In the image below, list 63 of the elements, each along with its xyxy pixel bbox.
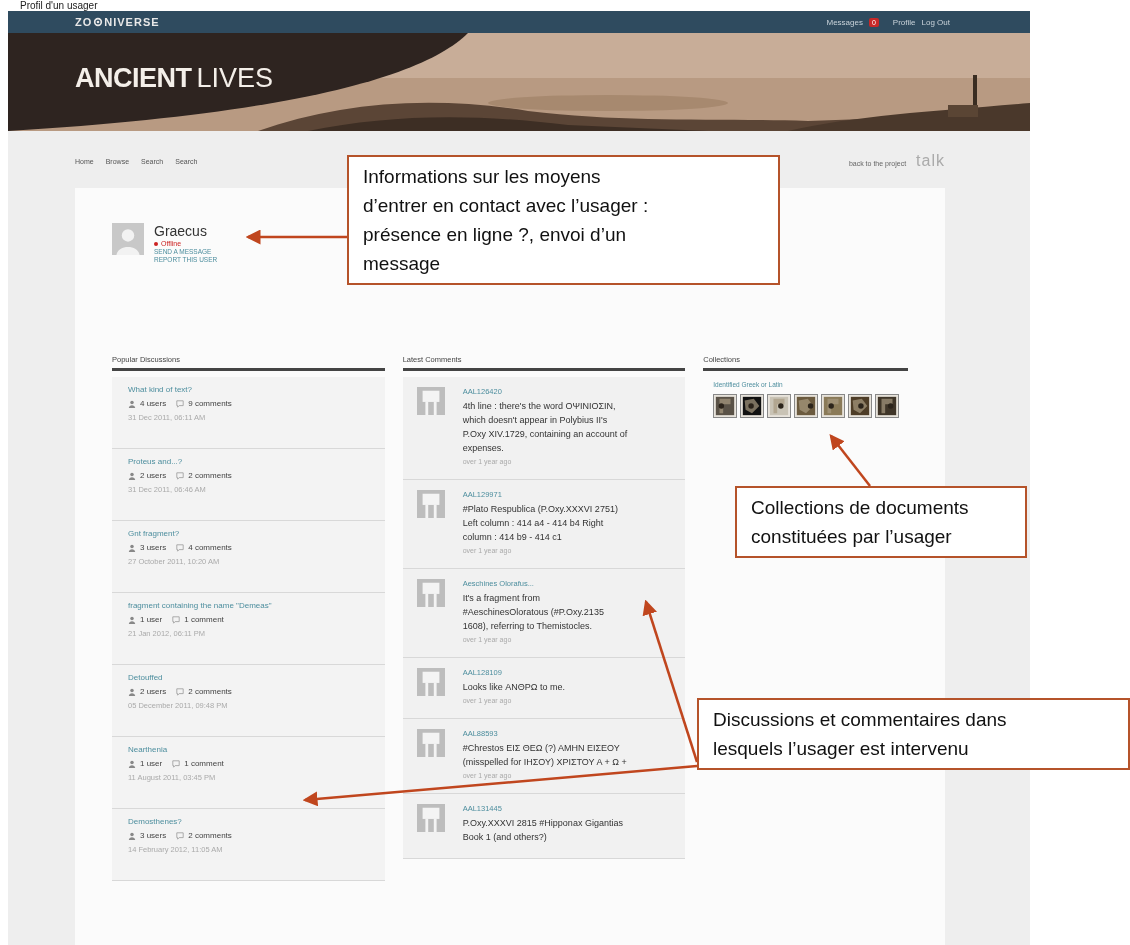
discussion-title[interactable]: What kind of text? [128,385,369,394]
user-icon [128,615,136,624]
comment-count: 2 comments [188,687,232,696]
user-count: 2 users [140,687,167,696]
user-icon [128,399,136,408]
comment-text: #Plato Respublica (P.Oxy.XXXVI 2751) Left column : 414 a4 - 414 b4 Right column : 414 b9 - 414 c1 [462,503,619,544]
comment-icon [172,759,181,768]
figure-caption: Profil d'un usager [19,0,99,11]
comment-icon [172,615,181,624]
comment-icon [176,831,185,840]
user-count: 1 user [140,759,163,768]
user-icon [128,543,136,552]
comment-text: It's a fragment from #AeschinesOloratous (#P.Oxy.2135 1608), referring to Themistocles. [462,592,605,633]
user-count: 1 user [140,615,163,624]
avatar-icon [416,387,445,415]
user-icon [128,759,136,768]
comment-count: 1 comment [184,759,224,768]
avatar-icon [416,668,445,696]
comment-icon [176,399,185,408]
callout-text: Discussions et commentaires dans lesquels l’usager est intervenu [713,708,1008,761]
talk-logo: talk [916,152,945,170]
avatar-icon [416,490,445,518]
comment-count: 2 comments [188,831,232,840]
comment-text: 4th line : there's the word ΟΨΙΝΙΟΣΙΝ, which doesn't appear in Polybius II's P.Oxy XIV.1729, containing an account of expenses. [462,400,628,455]
comment-icon [176,471,185,480]
comment-count: 1 comment [184,615,224,624]
discussion-title[interactable]: Proteus and...? [128,457,369,466]
discussion-title[interactable]: fragment containing the name "Demeas" [128,601,369,610]
logo-text: ZO [75,16,93,28]
user-icon [128,471,136,480]
avatar-icon [416,804,445,832]
logo-text: NIVERSE [104,16,160,28]
top-link[interactable]: Messages [826,17,863,27]
avatar-icon [416,579,445,607]
callout-text: Collections de documents constituées par l’usager [751,496,970,549]
comment-text: Looks like ΑΝΘΡΩ to me. [462,681,566,694]
discussion-title[interactable]: Gnt fragment? [128,529,369,538]
user-icon [128,687,136,696]
comment-count: 2 comments [188,471,232,480]
comment-text: #Chrestos ΕΙΣ ΘΕΩ (?) ΑΜΗΝ ΕΙΣΕΟΥ (misspelled for ΙΗΣΟΥ) ΧΡΙΣΤΟΥ Α + Ω + [462,742,628,769]
user-count: 4 users [140,399,167,408]
comment-icon [176,687,185,696]
user-count: 3 users [140,543,167,552]
discussion-title[interactable]: Detouffed [128,673,369,682]
callout-text: Informations sur les moyens d’entrer en contact avec l’usager : présence en ligne ?, envoi d’un message [363,165,650,276]
user-icon [128,831,136,840]
top-link[interactable]: Profile [892,17,916,27]
discussion-title[interactable]: Nearthenia [128,745,369,754]
avatar-icon [416,729,445,757]
site-title: ANCIENT [75,63,192,94]
comment-count: 4 comments [188,543,232,552]
top-link[interactable]: Log Out [921,17,950,27]
comment-count: 9 comments [188,399,232,408]
user-count: 3 users [140,831,167,840]
user-count: 2 users [140,471,167,480]
user-name: Graecus [154,223,208,239]
comment-text: P.Oxy.XXXVI 2815 #Hipponax Gigantias Book 1 (and others?) [462,817,624,844]
discussion-title[interactable]: Demosthenes? [128,817,369,826]
comment-icon [176,543,185,552]
site-title: LIVES [196,63,274,94]
avatar-icon [112,223,144,255]
arrow [829,434,871,487]
logo-ring-icon [93,17,104,27]
